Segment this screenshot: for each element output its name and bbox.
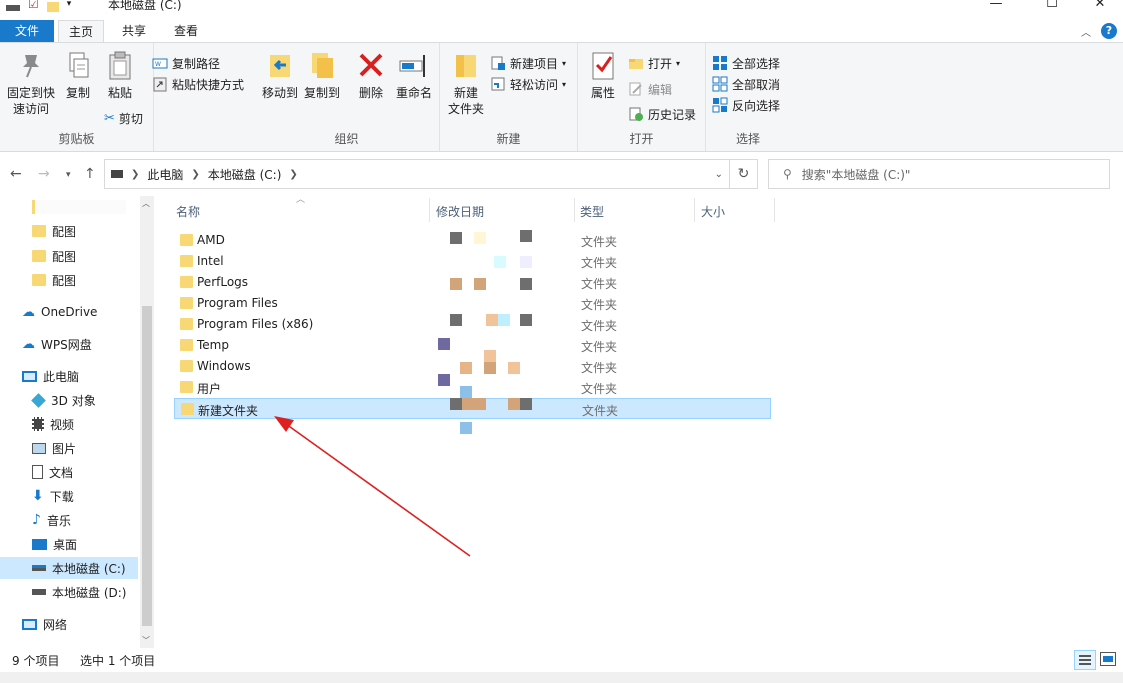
status-item-count: 9 个项目 [12,654,60,668]
details-view-button[interactable] [1074,650,1096,670]
annotation-arrow [274,416,471,557]
status-selection-count: 选中 1 个项目 [80,654,156,668]
details-view-icon [1079,655,1091,665]
large-icons-view-icon [1103,656,1113,662]
status-bar: 9 个项目 选中 1 个项目 [0,648,1123,672]
window-bottom-edge [0,672,1123,683]
annotation-arrow-shaft [285,423,471,557]
annotation-arrow-head [274,416,294,432]
large-icons-view-button[interactable] [1100,652,1116,666]
